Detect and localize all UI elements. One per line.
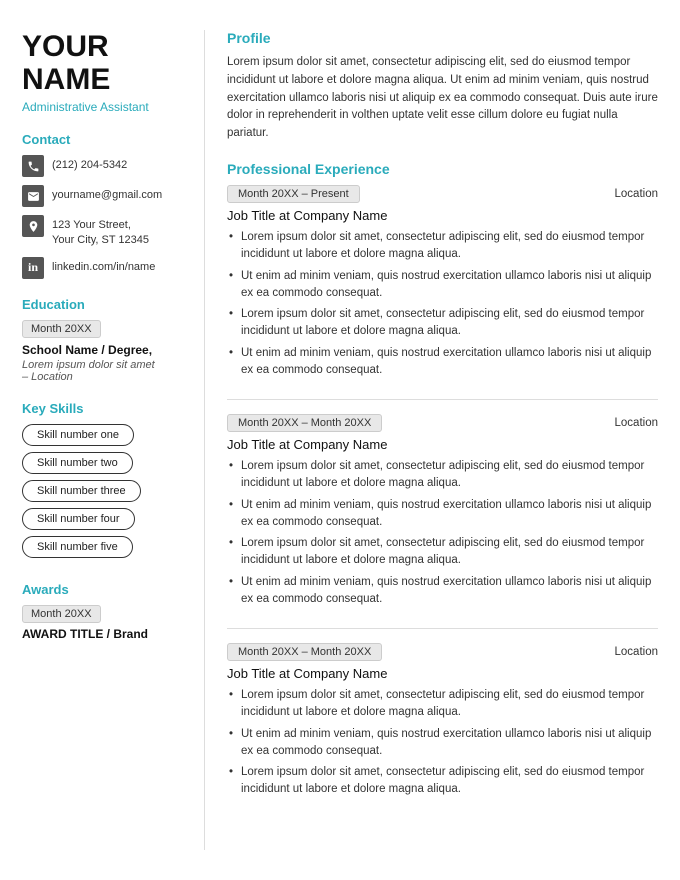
exp-location-2: Location (615, 417, 658, 429)
exp-header-1: Month 20XX – Present Location (227, 185, 658, 203)
bullet-1-2: Ut enim ad minim veniam, quis nostrud ex… (227, 268, 658, 303)
exp-location-3: Location (615, 646, 658, 658)
phone-icon (22, 155, 44, 177)
email-text: yourname@gmail.com (52, 185, 162, 203)
skill-4: Skill number four (22, 508, 135, 530)
exp-date-1: Month 20XX – Present (227, 185, 360, 203)
sidebar: YOUR NAME Administrative Assistant Conta… (0, 30, 200, 850)
bullet-1-4: Ut enim ad minim veniam, quis nostrud ex… (227, 345, 658, 380)
bullet-3-2: Ut enim ad minim veniam, quis nostrud ex… (227, 726, 658, 761)
exp-jobtitle-2: Job Title at Company Name (227, 437, 658, 452)
exp-bullets-3: Lorem ipsum dolor sit amet, consectetur … (227, 687, 658, 799)
exp-divider-1 (227, 399, 658, 400)
profile-section-title: Profile (227, 30, 658, 46)
contact-phone: (212) 204-5342 (22, 155, 182, 177)
exp-entry-2: Month 20XX – Month 20XX Location Job Tit… (227, 414, 658, 608)
bullet-3-3: Lorem ipsum dolor sit amet, consectetur … (227, 764, 658, 799)
skill-2: Skill number two (22, 452, 133, 474)
name-display: YOUR NAME (22, 30, 182, 96)
contact-linkedin: in linkedin.com/in/name (22, 257, 182, 279)
bullet-1-1: Lorem ipsum dolor sit amet, consectetur … (227, 229, 658, 264)
award-title: AWARD TITLE / Brand (22, 627, 182, 641)
job-title: Administrative Assistant (22, 100, 182, 114)
edu-detail: Lorem ipsum dolor sit amet– Location (22, 359, 182, 383)
skill-5: Skill number five (22, 536, 133, 558)
resume-page: YOUR NAME Administrative Assistant Conta… (0, 0, 680, 880)
email-icon (22, 185, 44, 207)
bullet-2-1: Lorem ipsum dolor sit amet, consectetur … (227, 458, 658, 493)
exp-divider-2 (227, 628, 658, 629)
exp-jobtitle-3: Job Title at Company Name (227, 666, 658, 681)
skill-1: Skill number one (22, 424, 134, 446)
exp-date-2: Month 20XX – Month 20XX (227, 414, 382, 432)
bullet-2-3: Lorem ipsum dolor sit amet, consectetur … (227, 535, 658, 570)
edu-school: School Name / Degree, (22, 343, 182, 357)
exp-bullets-2: Lorem ipsum dolor sit amet, consectetur … (227, 458, 658, 608)
contact-label: Contact (22, 132, 182, 147)
exp-date-3: Month 20XX – Month 20XX (227, 643, 382, 661)
vertical-divider (204, 30, 205, 850)
exp-entry-1: Month 20XX – Present Location Job Title … (227, 185, 658, 379)
name-line2: NAME (22, 63, 110, 96)
phone-text: (212) 204-5342 (52, 155, 127, 173)
awards-label: Awards (22, 582, 182, 597)
education-label: Education (22, 297, 182, 312)
linkedin-icon: in (22, 257, 44, 279)
main-content: Profile Lorem ipsum dolor sit amet, cons… (209, 30, 680, 850)
address-text: 123 Your Street,Your City, ST 12345 (52, 215, 149, 249)
exp-section-title: Professional Experience (227, 161, 658, 177)
bullet-3-1: Lorem ipsum dolor sit amet, consectetur … (227, 687, 658, 722)
bullet-2-4: Ut enim ad minim veniam, quis nostrud ex… (227, 574, 658, 609)
bullet-1-3: Lorem ipsum dolor sit amet, consectetur … (227, 306, 658, 341)
profile-text: Lorem ipsum dolor sit amet, consectetur … (227, 54, 658, 143)
award-block: Month 20XX AWARD TITLE / Brand (22, 605, 182, 641)
exp-location-1: Location (615, 188, 658, 200)
award-date: Month 20XX (22, 605, 101, 623)
name-line1: YOUR (22, 30, 109, 63)
location-icon (22, 215, 44, 237)
contact-email: yourname@gmail.com (22, 185, 182, 207)
edu-date: Month 20XX (22, 320, 101, 338)
skills-list: Skill number one Skill number two Skill … (22, 424, 182, 564)
linkedin-text: linkedin.com/in/name (52, 257, 155, 275)
contact-address: 123 Your Street,Your City, ST 12345 (22, 215, 182, 249)
exp-header-3: Month 20XX – Month 20XX Location (227, 643, 658, 661)
exp-jobtitle-1: Job Title at Company Name (227, 208, 658, 223)
skill-3: Skill number three (22, 480, 141, 502)
bullet-2-2: Ut enim ad minim veniam, quis nostrud ex… (227, 497, 658, 532)
exp-bullets-1: Lorem ipsum dolor sit amet, consectetur … (227, 229, 658, 379)
exp-entry-3: Month 20XX – Month 20XX Location Job Tit… (227, 643, 658, 799)
name-block: YOUR NAME Administrative Assistant (22, 30, 182, 114)
exp-header-2: Month 20XX – Month 20XX Location (227, 414, 658, 432)
skills-label: Key Skills (22, 401, 182, 416)
education-block: Month 20XX School Name / Degree, Lorem i… (22, 320, 182, 383)
